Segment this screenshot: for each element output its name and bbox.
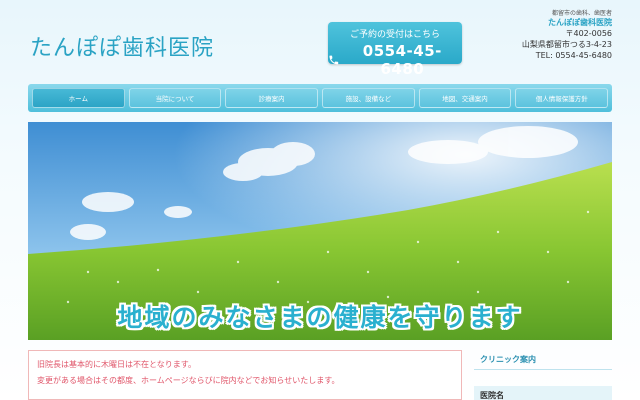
clinic-name: たんぽぽ歯科医院 [548,18,612,27]
sidebar: クリニック案内 医院名 [474,350,612,400]
site-logo-title[interactable]: たんぽぽ歯科医院 [30,30,214,62]
hero-banner: 地域のみなさまの健康を守ります [28,122,612,340]
postal-code: 〒402-0056 [565,29,612,38]
nav-item-facilities[interactable]: 施設、設備など [322,88,415,108]
nav-item-home[interactable]: ホーム [32,88,125,108]
site-tagline: 都留市の歯科、歯医者 [551,10,612,17]
reservation-banner[interactable]: ご予約の受付はこちら 0554-45-6480 [328,22,462,78]
sidebar-subheading: 医院名 [474,386,612,400]
nav-item-services[interactable]: 診療案内 [225,88,319,108]
nav-item-privacy[interactable]: 個人情報保護方針 [515,88,609,108]
phone-icon [329,55,339,65]
phone-text: TEL: 0554-45-6480 [535,51,612,60]
main-nav: ホーム 当院について 診療案内 施設、設備など 地図、交通案内 個人情報保護方針 [28,84,612,112]
clinic-info: たんぽぽ歯科医院 〒402-0056 山梨県都留市つる3-4-23 TEL: 0… [522,17,612,61]
nav-item-access[interactable]: 地図、交通案内 [418,88,512,108]
sidebar-heading: クリニック案内 [474,350,612,370]
notice-line-2: 変更がある場合はその都度、ホームページならびに院内などでお知らせいたします。 [37,376,340,385]
notice-box: 旧院長は基本的に木曜日は不在となります。 変更がある場合はその都度、ホームページ… [28,350,462,400]
reservation-phone-number: 0554-45-6480 [362,42,442,78]
nav-item-about[interactable]: 当院について [128,88,222,108]
reservation-label: ご予約の受付はこちら [349,30,440,40]
notice-line-1: 旧院長は基本的に木曜日は不在となります。 [37,360,196,369]
address: 山梨県都留市つる3-4-23 [521,40,612,49]
hero-caption: 地域のみなさまの健康を守ります [117,303,523,332]
